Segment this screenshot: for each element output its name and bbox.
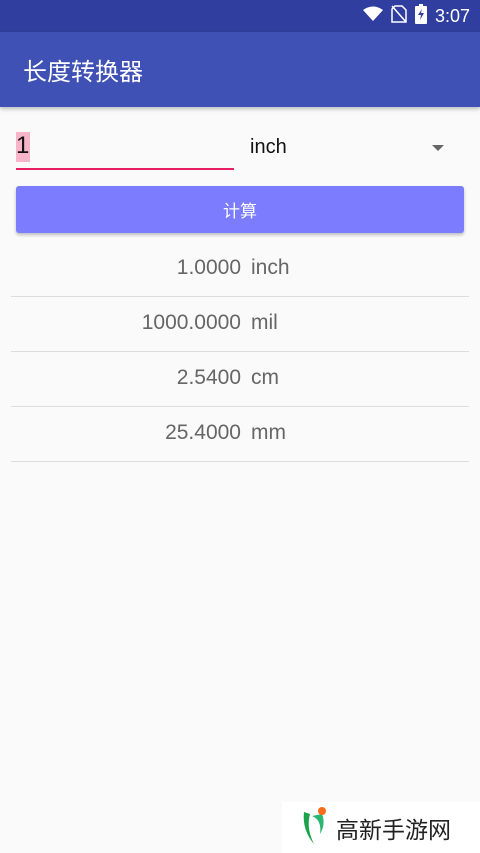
result-unit: cm [251,366,279,389]
unit-dropdown[interactable]: inch [250,130,456,166]
watermark-text: 高新手游网 [336,817,451,844]
wifi-icon [362,6,383,26]
result-row: 25.4000 mm [11,407,469,462]
watermark: 高新手游网 [282,802,480,853]
no-sim-icon [391,5,407,27]
result-unit: mil [251,311,278,334]
result-row: 1.0000 inch [11,242,469,297]
unit-dropdown-selected: inch [250,136,287,158]
result-value: 2.5400 [176,366,241,389]
result-value: 1.0000 [176,256,241,279]
status-time: 3:07 [434,5,470,26]
length-input-field[interactable] [16,128,234,170]
result-unit: inch [251,256,290,279]
dropdown-arrow-icon[interactable] [432,145,444,151]
result-value: 25.4000 [165,421,241,444]
status-icons: 3:07 [362,0,470,32]
result-list: 1.0000 inch 1000.0000 mil 2.5400 cm 25.4… [11,242,469,462]
battery-charging-icon [414,4,427,28]
result-unit: mm [251,421,286,444]
result-row: 1000.0000 mil [11,297,469,352]
length-input[interactable] [16,128,234,164]
calculate-button[interactable]: 计算 [16,186,464,233]
app-bar: 长度转换器 [0,32,480,107]
app-title: 长度转换器 [23,58,143,86]
result-row: 2.5400 cm [11,352,469,407]
status-bar: 3:07 [0,0,480,32]
result-value: 1000.0000 [141,311,241,334]
watermark-logo-icon [282,806,330,850]
